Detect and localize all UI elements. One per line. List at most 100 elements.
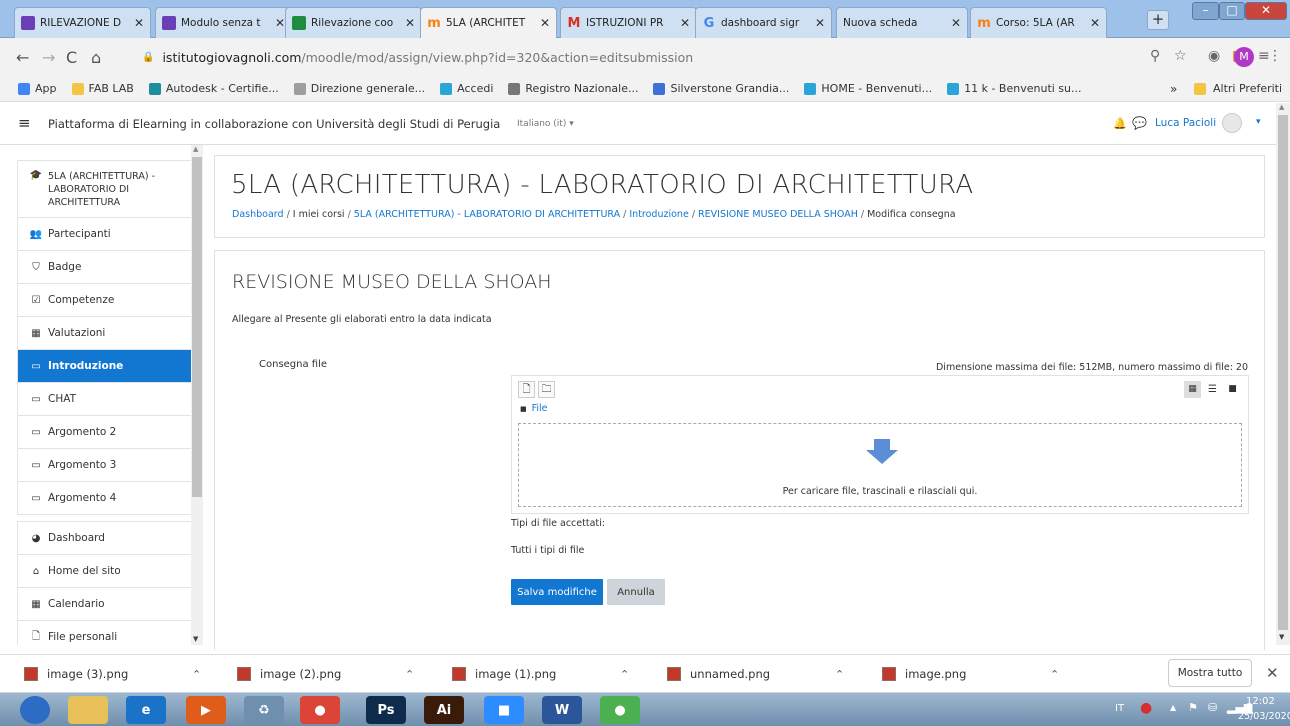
tab-6[interactable]: Gdashboard sigr ✕ bbox=[695, 7, 832, 38]
close-tab-icon[interactable]: ✕ bbox=[951, 16, 961, 30]
close-tab-icon[interactable]: ✕ bbox=[275, 16, 285, 30]
clock-date[interactable]: 25/03/2020 bbox=[1238, 711, 1290, 722]
bookmark-3[interactable]: Autodesk - Certifie... bbox=[148, 82, 279, 95]
drop-zone[interactable]: Per caricare file, trascinali e rilascia… bbox=[518, 423, 1242, 507]
photoshop-icon[interactable]: Ps bbox=[366, 696, 406, 724]
clock-time[interactable]: 12:02 bbox=[1246, 696, 1275, 707]
search-icon[interactable]: ⚲ bbox=[1150, 48, 1160, 64]
chevron-up-icon[interactable]: ⌃ bbox=[405, 668, 414, 681]
back-icon[interactable]: ← bbox=[16, 48, 29, 67]
download-item[interactable]: image (1).png ⌃ bbox=[452, 655, 642, 693]
tab-8[interactable]: m Corso: 5LA (AR ✕ bbox=[970, 7, 1107, 38]
tab-4[interactable]: m 5LA (ARCHITET ✕ bbox=[420, 7, 557, 38]
message-icon[interactable]: 💬 bbox=[1132, 116, 1147, 130]
close-tab-icon[interactable]: ✕ bbox=[815, 16, 825, 30]
show-all-button[interactable]: Mostra tutto bbox=[1168, 659, 1252, 687]
download-item[interactable]: image (2).png ⌃ bbox=[237, 655, 427, 693]
user-menu-chevron-icon[interactable]: ▾ bbox=[1256, 117, 1261, 127]
bookmark-8[interactable]: HOME - Benvenuti... bbox=[804, 82, 932, 95]
sidebar-scrollbar[interactable]: ▲ ▼ bbox=[191, 145, 203, 645]
action-center-icon[interactable]: ● bbox=[1140, 700, 1152, 716]
close-tab-icon[interactable]: ✕ bbox=[1090, 16, 1100, 30]
url-field[interactable]: 🔒 istitutogiovagnoli.com/moodle/mod/assi… bbox=[132, 43, 1116, 71]
breadcrumb-item[interactable]: Introduzione bbox=[629, 209, 688, 220]
cancel-button[interactable]: Annulla bbox=[607, 579, 665, 605]
user-avatar[interactable] bbox=[1222, 113, 1242, 133]
windows-start-icon[interactable] bbox=[20, 696, 50, 724]
zoom-icon[interactable]: ■ bbox=[484, 696, 524, 724]
sidebar-item[interactable]: 🎓 5LA (ARCHITETTURA) - LABORATORIO DI ARC… bbox=[17, 161, 203, 218]
view-icons-icon[interactable]: ▦ bbox=[1184, 381, 1201, 398]
chevron-up-icon[interactable]: ⌃ bbox=[1050, 668, 1059, 681]
sidebar-item[interactable]: ▭ Argomento 4 bbox=[17, 482, 203, 515]
profile-avatar[interactable]: M bbox=[1234, 47, 1254, 67]
star-icon[interactable]: ☆ bbox=[1174, 48, 1187, 64]
save-changes-button[interactable]: Salva modifiche bbox=[511, 579, 603, 605]
tray-up-icon[interactable]: ▲ bbox=[1170, 703, 1176, 712]
close-tab-icon[interactable]: ✕ bbox=[405, 16, 415, 30]
sidebar-item[interactable]: ▭ Introduzione bbox=[17, 350, 203, 383]
download-item[interactable]: image.png ⌃ bbox=[882, 655, 1072, 693]
home-icon[interactable]: ⌂ bbox=[91, 48, 101, 67]
close-tab-icon[interactable]: ✕ bbox=[540, 16, 550, 30]
new-tab-button[interactable]: + bbox=[1147, 10, 1169, 30]
platform-title[interactable]: Piattaforma di Elearning in collaborazio… bbox=[48, 117, 500, 131]
bookmark-6[interactable]: Registro Nazionale... bbox=[508, 82, 638, 95]
close-tab-icon[interactable]: ✕ bbox=[680, 16, 690, 30]
extension-icon[interactable]: ◉ bbox=[1208, 48, 1220, 64]
page-scrollbar[interactable]: ▲ ▼ bbox=[1276, 103, 1290, 645]
create-folder-button[interactable]: 🗀 bbox=[538, 381, 555, 398]
language-menu[interactable]: Italiano (it) ▾ bbox=[517, 119, 574, 129]
maximize-button[interactable]: □ bbox=[1219, 2, 1245, 20]
tab-1[interactable]: RILEVAZIONE D ✕ bbox=[14, 7, 151, 38]
sidebar-item[interactable]: ▦ Calendario bbox=[17, 588, 203, 621]
media-player-icon[interactable]: ▶ bbox=[186, 696, 226, 724]
view-tree-icon[interactable]: ■ bbox=[1224, 381, 1241, 398]
sidebar-item[interactable]: ▭ Argomento 2 bbox=[17, 416, 203, 449]
tab-7[interactable]: Nuova scheda ✕ bbox=[836, 7, 968, 38]
bookmark-9[interactable]: 11 k - Benvenuti su... bbox=[947, 82, 1082, 95]
sidebar-item[interactable]: ◕ Dashboard bbox=[17, 522, 203, 555]
download-item[interactable]: unnamed.png ⌃ bbox=[667, 655, 857, 693]
sidebar-item[interactable]: 🗋 File personali bbox=[17, 621, 203, 645]
chevron-up-icon[interactable]: ⌃ bbox=[192, 668, 201, 681]
menu-icon[interactable]: ⋮ bbox=[1268, 48, 1282, 64]
bookmark-2[interactable]: FAB LAB bbox=[71, 82, 134, 95]
sidebar-item[interactable]: ⌂ Home del sito bbox=[17, 555, 203, 588]
app-icon[interactable]: ● bbox=[600, 696, 640, 724]
bell-icon[interactable]: 🔔 bbox=[1113, 117, 1127, 130]
other-bookmarks[interactable]: Altri Preferiti bbox=[1213, 82, 1282, 95]
explorer-icon[interactable] bbox=[68, 696, 108, 724]
chevron-up-icon[interactable]: ⌃ bbox=[835, 668, 844, 681]
breadcrumb-item[interactable]: 5LA (ARCHITETTURA) - LABORATORIO DI ARCH… bbox=[354, 209, 620, 220]
bookmark-7[interactable]: Silverstone Grandia... bbox=[653, 82, 789, 95]
user-name[interactable]: Luca Pacioli bbox=[1155, 117, 1216, 129]
view-list-icon[interactable]: ☰ bbox=[1204, 381, 1221, 398]
sidebar-item[interactable]: ▭ CHAT bbox=[17, 383, 203, 416]
minimize-button[interactable]: – bbox=[1192, 2, 1219, 20]
sidebar-item[interactable]: ▭ Argomento 3 bbox=[17, 449, 203, 482]
sidebar-item[interactable]: ▦ Valutazioni bbox=[17, 317, 203, 350]
tab-5[interactable]: M ISTRUZIONI PR ✕ bbox=[560, 7, 697, 38]
download-item[interactable]: image (3).png ⌃ bbox=[24, 655, 214, 693]
recycle-icon[interactable]: ♻ bbox=[244, 696, 284, 724]
sidebar-item[interactable]: 👥 Partecipanti bbox=[17, 218, 203, 251]
close-window-button[interactable]: ✕ bbox=[1245, 2, 1287, 20]
word-icon[interactable]: W bbox=[542, 696, 582, 724]
breadcrumb-item[interactable]: REVISIONE MUSEO DELLA SHOAH bbox=[698, 209, 858, 220]
language-indicator[interactable]: IT bbox=[1115, 703, 1124, 714]
bookmark-5[interactable]: Accedi bbox=[440, 82, 493, 95]
close-downloads-icon[interactable]: ✕ bbox=[1266, 664, 1279, 682]
close-tab-icon[interactable]: ✕ bbox=[134, 16, 144, 30]
reload-icon[interactable]: C bbox=[66, 48, 77, 67]
file-path[interactable]: ■ File bbox=[520, 403, 548, 414]
bookmark-4[interactable]: Direzione generale... bbox=[293, 82, 425, 95]
sidebar-item[interactable]: ☑ Competenze bbox=[17, 284, 203, 317]
chrome-icon[interactable]: ● bbox=[300, 696, 340, 724]
tab-2[interactable]: Modulo senza t ✕ bbox=[155, 7, 292, 38]
flag-icon[interactable]: ⚑ bbox=[1188, 701, 1198, 714]
internet-explorer-icon[interactable]: e bbox=[126, 696, 166, 724]
chevron-up-icon[interactable]: ⌃ bbox=[620, 668, 629, 681]
hamburger-icon[interactable]: ≡ bbox=[18, 114, 31, 132]
bookmark-1[interactable]: App bbox=[18, 82, 57, 95]
